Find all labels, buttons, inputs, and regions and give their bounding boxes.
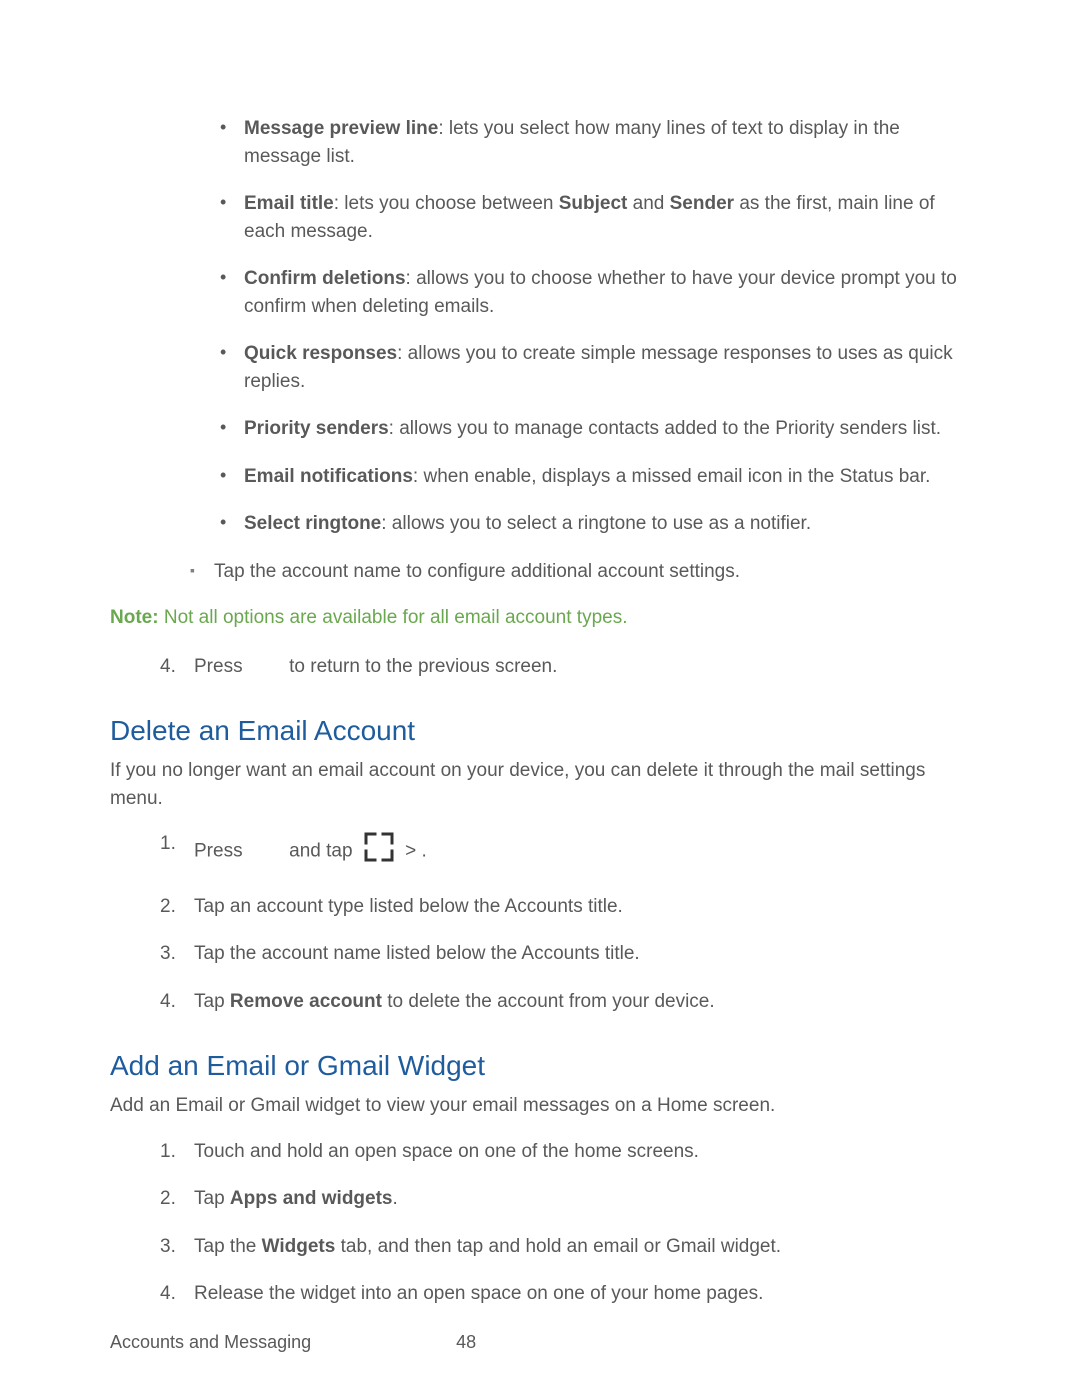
text: > — [405, 841, 416, 862]
sub-bullet-list: Tap the account name to configure additi… — [110, 558, 970, 586]
term: Quick responses — [244, 343, 397, 364]
list-item: Quick responses: allows you to create si… — [220, 340, 970, 395]
term: Email title — [244, 193, 334, 214]
step-list-continued: Press to return to the previous screen. — [110, 653, 970, 681]
note-text: Not all options are available for all em… — [159, 607, 628, 628]
note: Note: Not all options are available for … — [110, 604, 970, 632]
section-title-delete: Delete an Email Account — [110, 711, 970, 752]
section-title-widget: Add an Email or Gmail Widget — [110, 1046, 970, 1087]
term: Confirm deletions — [244, 268, 406, 289]
list-item: Tap the account name listed below the Ac… — [160, 940, 970, 968]
footer-section: Accounts and Messaging — [110, 1332, 311, 1352]
text: Tap the account name to configure additi… — [214, 561, 740, 582]
bold-word: Widgets — [262, 1236, 336, 1257]
list-item: Tap Remove account to delete the account… — [160, 988, 970, 1016]
list-item: Press and tap > . — [160, 830, 970, 873]
section-intro: Add an Email or Gmail widget to view you… — [110, 1092, 970, 1120]
term: Priority senders — [244, 418, 389, 439]
term: Select ringtone — [244, 513, 381, 534]
section-intro: If you no longer want an email account o… — [110, 757, 970, 812]
text: Release the widget into an open space on… — [194, 1283, 763, 1304]
bold-word: Remove account — [230, 991, 382, 1012]
text: Tap — [194, 991, 230, 1012]
text: Press — [194, 841, 248, 862]
delete-steps: Press and tap > . Tap an account type li… — [110, 830, 970, 1015]
list-item: Press to return to the previous screen. — [160, 653, 970, 681]
list-item: Email title: lets you choose between Sub… — [220, 190, 970, 245]
bold-word: Sender — [670, 193, 734, 214]
widget-steps: Touch and hold an open space on one of t… — [110, 1138, 970, 1308]
settings-bullet-list: Message preview line: lets you select ho… — [110, 115, 970, 538]
list-item: Confirm deletions: allows you to choose … — [220, 265, 970, 320]
term: Email notifications — [244, 466, 413, 487]
text: . — [416, 841, 427, 862]
page-footer: Accounts and Messaging 48 — [110, 1329, 476, 1355]
list-item: Select ringtone: allows you to select a … — [220, 510, 970, 538]
desc: : allows you to select a ringtone to use… — [381, 513, 811, 534]
desc: : lets you choose between — [334, 193, 559, 214]
text: Tap an account type listed below the Acc… — [194, 896, 623, 917]
list-item: Priority senders: allows you to manage c… — [220, 415, 970, 443]
list-item: Tap Apps and widgets. — [160, 1185, 970, 1213]
text: tab, and then tap and hold an email or G… — [335, 1236, 781, 1257]
fullscreen-icon — [362, 830, 396, 873]
bold-word: Apps and widgets — [230, 1188, 393, 1209]
text: and tap — [284, 841, 358, 862]
bold-word: Subject — [559, 193, 628, 214]
list-item: Touch and hold an open space on one of t… — [160, 1138, 970, 1166]
text: Tap — [194, 1188, 230, 1209]
text: Touch and hold an open space on one of t… — [194, 1141, 699, 1162]
desc: and — [627, 193, 669, 214]
text: Press — [194, 656, 248, 677]
list-item: Tap an account type listed below the Acc… — [160, 893, 970, 921]
text: to return to the previous screen. — [284, 656, 558, 677]
desc: : allows you to manage contacts added to… — [389, 418, 941, 439]
list-item: Tap the account name to configure additi… — [190, 558, 970, 586]
term: Message preview line — [244, 118, 438, 139]
desc: : when enable, displays a missed email i… — [413, 466, 931, 487]
list-item: Email notifications: when enable, displa… — [220, 463, 970, 491]
text: Tap the account name listed below the Ac… — [194, 943, 640, 964]
list-item: Tap the Widgets tab, and then tap and ho… — [160, 1233, 970, 1261]
text: Tap the — [194, 1236, 262, 1257]
page-number: 48 — [456, 1329, 476, 1355]
text: . — [393, 1188, 398, 1209]
list-item: Release the widget into an open space on… — [160, 1280, 970, 1308]
text: to delete the account from your device. — [382, 991, 715, 1012]
list-item: Message preview line: lets you select ho… — [220, 115, 970, 170]
note-label: Note: — [110, 607, 159, 628]
